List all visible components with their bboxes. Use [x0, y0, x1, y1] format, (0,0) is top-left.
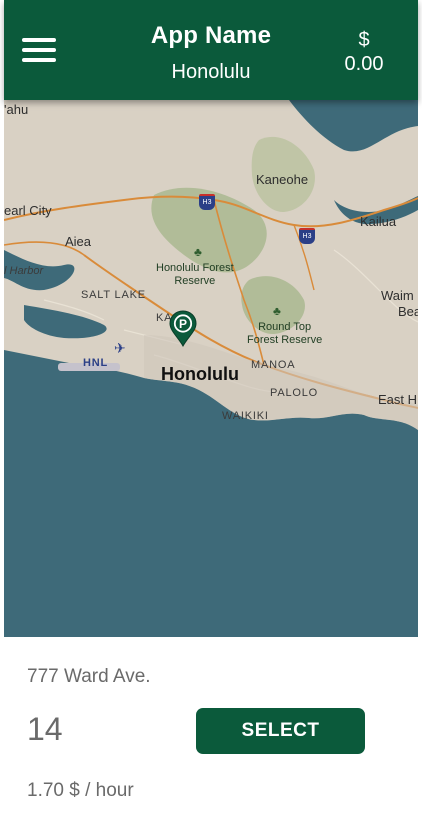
map-label: SALT LAKE [81, 289, 146, 301]
map-label-line: Reserve [174, 275, 216, 287]
select-button[interactable]: SELECT [196, 708, 365, 754]
map-label-line: Forest Reserve [247, 334, 323, 346]
spot-address: 777 Ward Ave. [27, 666, 151, 687]
highway-shield-icon: H3 [199, 194, 215, 210]
map-label: Round Top Forest Reserve [247, 321, 322, 347]
app-header: App Name Honolulu $ 0.00 [4, 0, 418, 100]
map-view[interactable]: 'ahu earl City Aiea l Harbor SALT LAKE K… [4, 100, 418, 637]
map-label-line: Honolulu Forest [156, 262, 234, 274]
map-label: Kaneohe [256, 172, 309, 187]
map-label-line: Round Top [258, 321, 312, 333]
map-label: MANOA [251, 359, 296, 371]
parking-pin-icon[interactable]: P [169, 310, 197, 348]
parking-pin-shape: P [169, 310, 197, 348]
map-label: earl City [4, 203, 52, 218]
svg-text:P: P [179, 317, 187, 331]
map-label: PALOLO [270, 387, 319, 399]
map-label: 'ahu [4, 102, 29, 117]
map-label: l Harbor [4, 265, 44, 277]
map-label: Aiea [65, 234, 92, 249]
highway-shield-icon: H3 [299, 228, 315, 244]
balance[interactable]: $ 0.00 [334, 28, 394, 76]
airport-icon: ✈ [114, 340, 126, 356]
map-label: WAIKIKI [222, 410, 269, 422]
spot-number: 14 [27, 711, 63, 747]
tree-icon: ♣ [194, 245, 202, 259]
spot-info-panel: 777 Ward Ave. 14 SELECT 1.70 $ / hour [0, 637, 422, 825]
tree-icon: ♣ [273, 304, 281, 318]
map-label: Waim [381, 288, 414, 303]
app-screen: App Name Honolulu $ 0.00 'ahu earl City … [0, 0, 422, 825]
map-label: Honolulu [161, 364, 239, 384]
map-label: East H [378, 392, 418, 407]
map-label: Bea [398, 304, 418, 319]
map-label: Kailua [360, 214, 397, 229]
map-label: HNL [83, 357, 109, 369]
balance-currency: $ [358, 29, 370, 51]
balance-value: 0.00 [344, 53, 384, 75]
spot-rate: 1.70 $ / hour [27, 780, 134, 801]
map-label: Honolulu Forest Reserve [156, 262, 234, 288]
